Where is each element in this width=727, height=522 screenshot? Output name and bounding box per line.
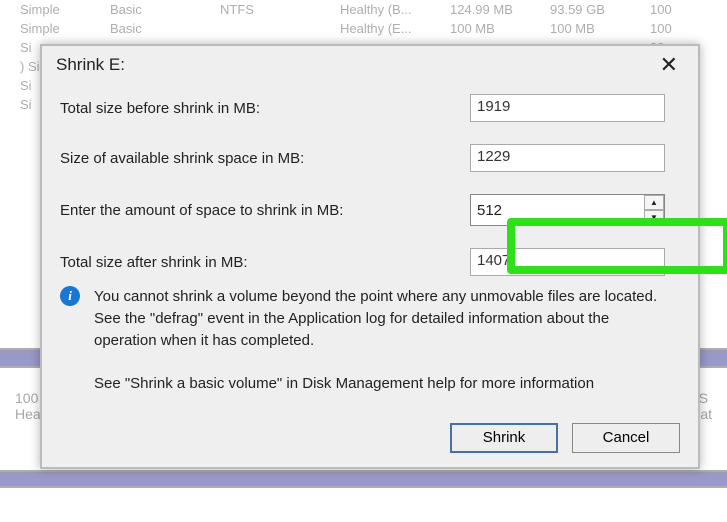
- spinner-down-icon[interactable]: ▼: [644, 210, 664, 225]
- shrink-amount-input[interactable]: [470, 194, 665, 226]
- help-text: See "Shrink a basic volume" in Disk Mana…: [94, 375, 680, 392]
- dialog-title: Shrink E:: [56, 55, 125, 75]
- shrink-amount-field[interactable]: ▲ ▼: [470, 194, 665, 226]
- spinner-up-icon[interactable]: ▲: [644, 195, 664, 210]
- label-enter-amount: Enter the amount of space to shrink in M…: [60, 202, 470, 219]
- info-icon: i: [60, 286, 80, 306]
- shrink-dialog: Shrink E: ✕ Total size before shrink in …: [40, 44, 700, 469]
- titlebar: Shrink E: ✕: [42, 46, 698, 80]
- close-icon[interactable]: ✕: [654, 54, 684, 76]
- value-total-before: 1919: [470, 94, 665, 122]
- cancel-button[interactable]: Cancel: [572, 423, 680, 453]
- label-total-before: Total size before shrink in MB:: [60, 100, 470, 117]
- label-available: Size of available shrink space in MB:: [60, 150, 470, 167]
- info-text: You cannot shrink a volume beyond the po…: [94, 286, 680, 351]
- label-total-after: Total size after shrink in MB:: [60, 254, 470, 271]
- shrink-button[interactable]: Shrink: [450, 423, 558, 453]
- value-total-after: 1407: [470, 248, 665, 276]
- value-available: 1229: [470, 144, 665, 172]
